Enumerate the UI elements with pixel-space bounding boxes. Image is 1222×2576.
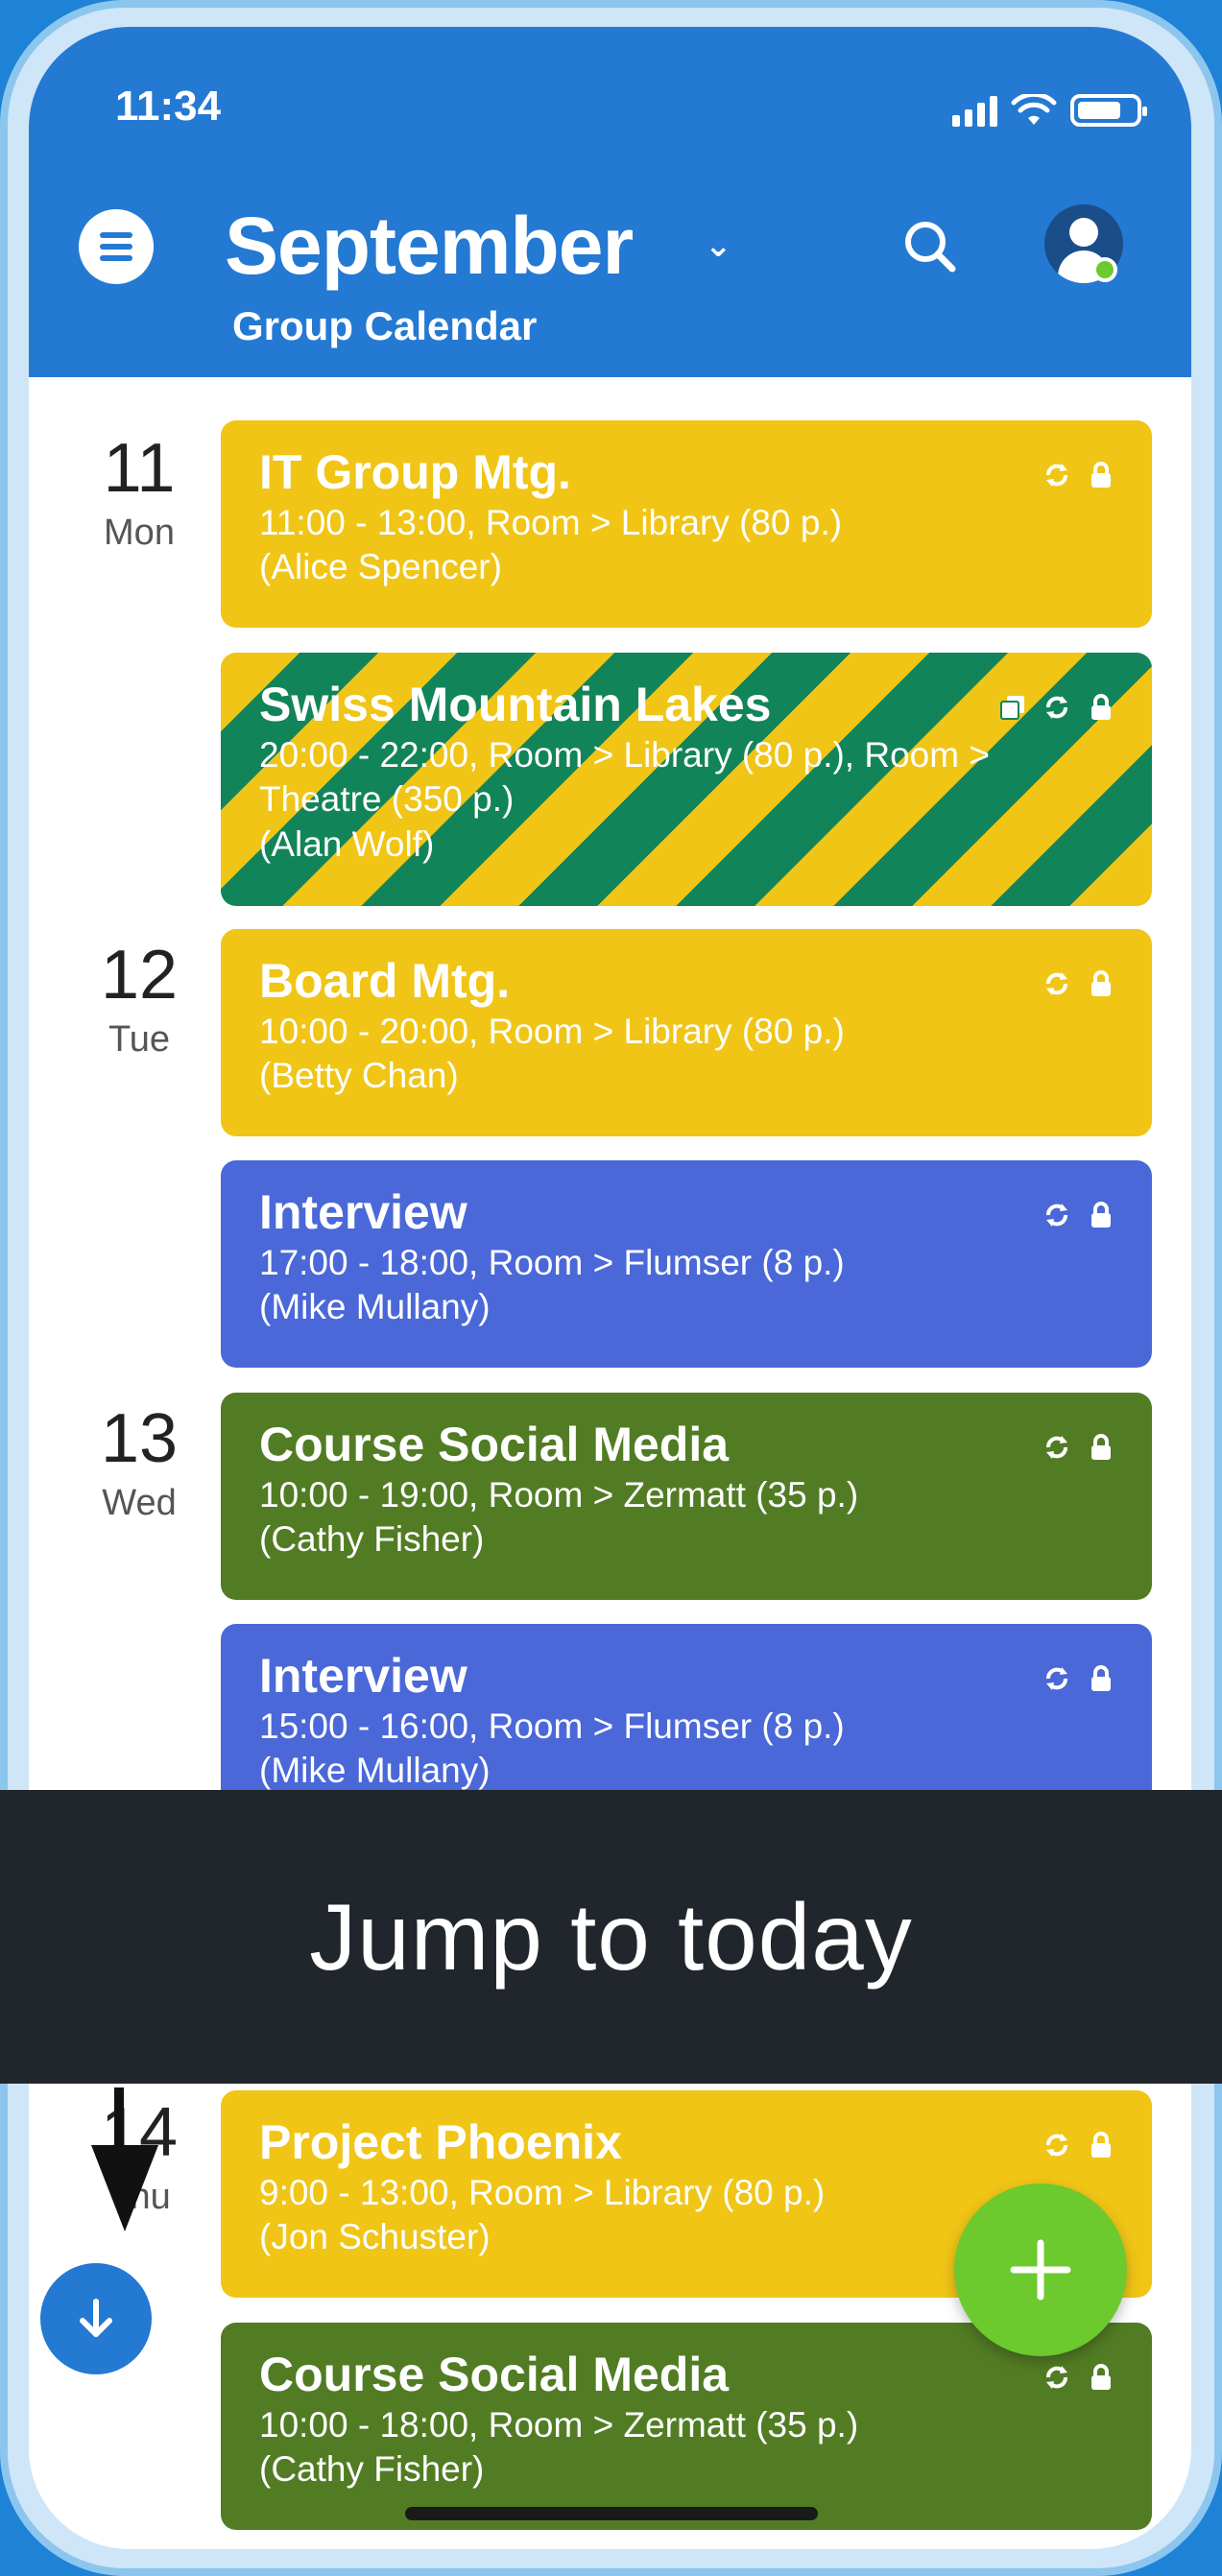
lock-icon <box>1091 462 1111 488</box>
copy-icon <box>1000 696 1024 720</box>
sync-icon <box>1046 1667 1067 1690</box>
chevron-down-icon[interactable]: ⌄ <box>705 227 732 265</box>
lock-icon <box>1091 1202 1111 1228</box>
event-title: Course Social Media <box>259 1418 730 1471</box>
menu-icon[interactable] <box>79 209 154 284</box>
status-icons <box>952 88 1147 127</box>
sync-icon <box>1046 696 1067 719</box>
day-weekday: Mon <box>104 513 175 553</box>
event-title: IT Group Mtg. <box>259 445 571 499</box>
day-label: 12 Tue <box>67 941 211 1061</box>
day-number: 12 <box>100 937 179 1014</box>
event-icons <box>998 693 1115 722</box>
sync-icon <box>1046 1436 1067 1459</box>
day-weekday: Wed <box>102 1483 177 1523</box>
event-title: Swiss Mountain Lakes <box>259 678 772 731</box>
event-icons <box>1042 1201 1115 1229</box>
tutorial-banner: Jump to today <box>0 1790 1222 2084</box>
event-icons <box>1042 2363 1115 2392</box>
lock-icon <box>1091 1665 1111 1691</box>
lock-icon <box>1091 1434 1111 1460</box>
event-details: 20:00 - 22:00, Room > Library (80 p.), R… <box>259 734 990 775</box>
event-details: 10:00 - 20:00, Room > Library (80 p.) <box>259 1011 845 1051</box>
event-title: Board Mtg. <box>259 954 511 1008</box>
wifi-icon <box>1011 94 1057 125</box>
event-icons <box>1042 461 1115 489</box>
day-number: 11 <box>103 430 176 507</box>
event-card[interactable]: Swiss Mountain Lakes 20:00 - 22:00, Room… <box>221 653 1152 906</box>
event-organizer: (Mike Mullany) <box>259 1751 491 1791</box>
event-details: 15:00 - 16:00, Room > Flumser (8 p.) <box>259 1705 845 1746</box>
lock-icon <box>1091 2132 1111 2158</box>
calendar-subtitle: Group Calendar <box>232 303 538 348</box>
online-status-dot <box>1092 257 1117 282</box>
plus-icon <box>1010 2239 1071 2301</box>
sync-icon <box>1046 2366 1067 2389</box>
sync-icon <box>1046 1204 1067 1227</box>
event-card[interactable]: Course Social Media 10:00 - 19:00, Room … <box>221 1393 1152 1600</box>
add-event-button[interactable] <box>954 2183 1127 2356</box>
event-icons <box>1042 1664 1115 1693</box>
lock-icon <box>1091 970 1111 996</box>
sync-icon <box>1046 972 1067 995</box>
day-number: 13 <box>100 1400 179 1477</box>
event-title: Interview <box>259 1649 467 1703</box>
event-details: 10:00 - 18:00, Room > Zermatt (35 p.) <box>259 2404 859 2445</box>
event-organizer: (Betty Chan) <box>259 1056 459 1096</box>
event-title: Interview <box>259 1185 467 1239</box>
day-label: 11 Mon <box>67 434 211 554</box>
event-title: Project Phoenix <box>259 2115 622 2169</box>
app-header: 11:34 September ⌄ Group Calendar <box>29 27 1191 377</box>
app-screen: 11:34 September ⌄ Group Calendar 11 Mon … <box>29 27 1191 2549</box>
event-card[interactable]: Board Mtg. 10:00 - 20:00, Room > Library… <box>221 929 1152 1136</box>
event-organizer: (Alan Wolf) <box>259 823 435 864</box>
day-label: 13 Wed <box>67 1404 211 1524</box>
event-card[interactable]: Interview 17:00 - 18:00, Room > Flumser … <box>221 1160 1152 1368</box>
home-indicator <box>405 2507 818 2520</box>
event-organizer: (Mike Mullany) <box>259 1287 491 1327</box>
banner-text: Jump to today <box>309 1883 913 1990</box>
event-icons <box>1042 969 1115 998</box>
jump-to-today-button[interactable] <box>40 2263 152 2374</box>
lock-icon <box>1091 2364 1111 2390</box>
event-details: 17:00 - 18:00, Room > Flumser (8 p.) <box>259 1242 845 1282</box>
month-title[interactable]: September <box>225 200 634 293</box>
event-organizer: (Alice Spencer) <box>259 547 502 587</box>
arrow-down-icon <box>80 2299 112 2337</box>
sync-icon <box>1046 464 1067 487</box>
status-time: 11:34 <box>115 83 222 130</box>
battery-icon <box>1070 94 1147 127</box>
event-icons <box>1042 2131 1115 2159</box>
event-icons <box>1042 1433 1115 1462</box>
event-organizer: (Cathy Fisher) <box>259 2449 485 2490</box>
search-icon[interactable] <box>893 209 970 286</box>
event-details-cont: Theatre (350 p.) <box>259 779 515 820</box>
event-organizer: (Cathy Fisher) <box>259 1519 485 1560</box>
event-card[interactable]: IT Group Mtg. 11:00 - 13:00, Room > Libr… <box>221 420 1152 628</box>
signal-icon <box>952 94 997 127</box>
sync-icon <box>1046 2134 1067 2157</box>
event-card[interactable]: Course Social Media 10:00 - 18:00, Room … <box>221 2323 1152 2530</box>
event-details: 11:00 - 13:00, Room > Library (80 p.) <box>259 502 843 542</box>
day-weekday: Tue <box>108 1019 171 1060</box>
annotation-arrow-icon <box>91 2087 158 2231</box>
event-title: Course Social Media <box>259 2348 730 2401</box>
event-details: 10:00 - 19:00, Room > Zermatt (35 p.) <box>259 1474 859 1515</box>
lock-icon <box>1091 694 1111 720</box>
